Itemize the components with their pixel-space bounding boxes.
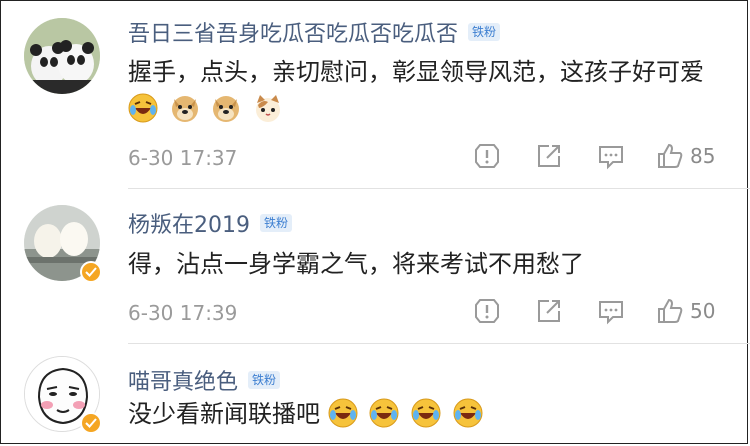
like-button[interactable]: 50 bbox=[656, 296, 715, 326]
report-button[interactable] bbox=[470, 296, 504, 326]
comment-text-content: 没少看新闻联播吧 bbox=[128, 400, 320, 428]
reply-button[interactable] bbox=[594, 141, 628, 171]
username-label[interactable]: 杨叛在2019 bbox=[128, 207, 250, 239]
avatar[interactable] bbox=[24, 18, 100, 94]
comment-time: 6-30 17:37 bbox=[128, 146, 238, 170]
report-icon bbox=[475, 299, 499, 323]
thumbs-up-icon bbox=[658, 298, 683, 323]
laugh-cry-emoji bbox=[328, 398, 358, 428]
repost-button[interactable] bbox=[532, 296, 566, 326]
like-count: 85 bbox=[690, 144, 716, 168]
comment-icon bbox=[599, 146, 623, 170]
username[interactable]: 喵哥真绝色 铁粉 bbox=[128, 364, 281, 396]
report-icon bbox=[475, 144, 499, 168]
verified-badge bbox=[80, 412, 102, 434]
comment-text: 没少看新闻联播吧 bbox=[128, 396, 728, 433]
repost-button[interactable] bbox=[532, 141, 566, 171]
thumbs-up-icon bbox=[658, 143, 683, 168]
verified-badge bbox=[80, 261, 102, 283]
fan-badge: 铁粉 bbox=[468, 23, 501, 41]
cat-emoji bbox=[255, 95, 280, 122]
fan-badge: 铁粉 bbox=[248, 371, 281, 389]
username-label[interactable]: 吾日三省吾身吃瓜否吃瓜否吃瓜否 bbox=[128, 16, 458, 48]
laugh-cry-emoji bbox=[453, 398, 483, 428]
laugh-cry-emoji bbox=[369, 398, 399, 428]
comment-text-content: 得，沾点一身学霸之气，将来考试不用愁了 bbox=[128, 250, 584, 278]
doge-emoji bbox=[213, 96, 240, 122]
username[interactable]: 吾日三省吾身吃瓜否吃瓜否吃瓜否 铁粉 bbox=[128, 16, 501, 48]
comment-time: 6-30 17:39 bbox=[128, 301, 238, 325]
check-icon bbox=[85, 267, 97, 277]
divider bbox=[128, 343, 750, 344]
repost-icon bbox=[538, 145, 560, 167]
laugh-cry-emoji bbox=[128, 93, 158, 123]
comment-text-content: 握手，点头，亲切慰问，彰显领导风范，这孩子好可爱 bbox=[128, 58, 704, 86]
laugh-cry-emoji bbox=[411, 398, 441, 428]
like-button[interactable]: 85 bbox=[656, 141, 715, 171]
divider bbox=[128, 188, 750, 189]
check-icon bbox=[85, 418, 97, 428]
comment-text: 得，沾点一身学霸之气，将来考试不用愁了 bbox=[128, 246, 728, 283]
report-button[interactable] bbox=[470, 141, 504, 171]
like-count: 50 bbox=[690, 299, 716, 323]
comment-actions: 85 bbox=[470, 141, 743, 171]
comment-text: 握手，点头，亲切慰问，彰显领导风范，这孩子好可爱 bbox=[128, 54, 728, 128]
reply-button[interactable] bbox=[594, 296, 628, 326]
comment-actions: 50 bbox=[470, 296, 743, 326]
username-label[interactable]: 喵哥真绝色 bbox=[128, 364, 238, 396]
repost-icon bbox=[538, 300, 560, 322]
fan-badge: 铁粉 bbox=[260, 214, 293, 232]
comment-icon bbox=[599, 301, 623, 325]
username[interactable]: 杨叛在2019 铁粉 bbox=[128, 207, 293, 239]
doge-emoji bbox=[171, 96, 198, 122]
